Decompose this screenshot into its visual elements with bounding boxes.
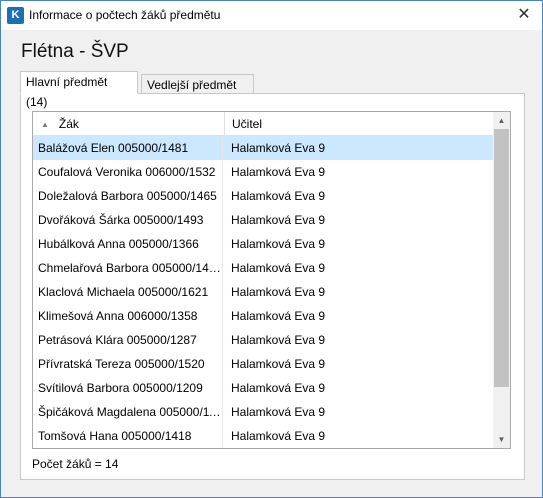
tab-panel: ▲ Žák Učitel Balážová Elen 005000/1481 Ha… [20,93,525,480]
table-row[interactable]: Svítilová Barbora 005000/1209 Halamková … [33,376,493,400]
table-row[interactable]: Klimešová Anna 006000/1358 Halamková Eva… [33,304,493,328]
subject-title: Flétna - ŠVP [21,41,129,62]
cell-teacher: Halamková Eva 9 [231,357,326,371]
scroll-down-icon[interactable]: ▼ [493,431,510,448]
table-row[interactable]: Špičáková Magdalena 005000/11... Halamko… [33,400,493,424]
column-header-teacher[interactable]: Učitel [224,112,493,136]
cell-student: Balážová Elen 005000/1481 [33,136,223,160]
cell-student: Doležalová Barbora 005000/1465 [33,184,223,208]
cell-student: Dvořáková Šárka 005000/1493 [33,208,223,232]
student-count: Počet žáků = 14 [32,457,119,471]
dialog-window: K Informace o počtech žáků předmětu ✕ Fl… [0,0,543,498]
cell-student: Coufalová Veronika 006000/1532 [33,160,223,184]
cell-student: Tomšová Hana 005000/1418 [33,424,223,448]
cell-student: Klaclová Michaela 005000/1621 [33,280,223,304]
cell-teacher: Halamková Eva 9 [231,285,326,299]
cell-teacher: Halamková Eva 9 [231,141,326,155]
cell-teacher: Halamková Eva 9 [231,189,326,203]
close-button[interactable]: ✕ [506,1,542,30]
table-row[interactable]: Coufalová Veronika 006000/1532 Halamková… [33,160,493,184]
cell-teacher: Halamková Eva 9 [231,237,326,251]
sort-ascending-icon: ▲ [41,120,49,129]
column-header-student[interactable]: ▲ Žák [33,112,223,136]
cell-teacher: Halamková Eva 9 [231,165,326,179]
cell-teacher: Halamková Eva 9 [231,261,326,275]
cell-teacher: Halamková Eva 9 [231,213,326,227]
column-header-teacher-label: Učitel [232,117,263,131]
cell-student: Chmelařová Barbora 005000/1447 [33,256,223,280]
table-row[interactable]: Dvořáková Šárka 005000/1493 Halamková Ev… [33,208,493,232]
window-title: Informace o počtech žáků předmětu [29,8,221,22]
cell-student: Svítilová Barbora 005000/1209 [33,376,223,400]
table-row[interactable]: Klaclová Michaela 005000/1621 Halamková … [33,280,493,304]
table-row[interactable]: Tomšová Hana 005000/1418 Halamková Eva 9 [33,424,493,448]
cell-student: Hubálková Anna 005000/1366 [33,232,223,256]
scrollbar-thumb[interactable] [494,129,509,387]
cell-student: Špičáková Magdalena 005000/11... [33,400,223,424]
cell-teacher: Halamková Eva 9 [231,333,326,347]
cell-student: Klimešová Anna 006000/1358 [33,304,223,328]
cell-teacher: Halamková Eva 9 [231,429,326,443]
table-row[interactable]: Chmelařová Barbora 005000/1447 Halamková… [33,256,493,280]
close-icon: ✕ [517,6,531,23]
grid-rows: Balážová Elen 005000/1481 Halamková Eva … [33,136,493,448]
table-row[interactable]: Petrásová Klára 005000/1287 Halamková Ev… [33,328,493,352]
title-bar[interactable]: K Informace o počtech žáků předmětu ✕ [1,1,542,30]
column-header-student-label: Žák [58,117,79,131]
students-grid: ▲ Žák Učitel Balážová Elen 005000/1481 Ha… [32,111,511,449]
tab-main-subject[interactable]: Hlavní předmět (14) [20,71,138,109]
table-row[interactable]: Hubálková Anna 005000/1366 Halamková Eva… [33,232,493,256]
app-logo-icon: K [7,7,24,24]
table-row[interactable]: Přívratská Tereza 005000/1520 Halamková … [33,352,493,376]
grid-header: ▲ Žák Učitel [33,112,493,136]
cell-student: Přívratská Tereza 005000/1520 [33,352,223,376]
cell-teacher: Halamková Eva 9 [231,309,326,323]
cell-teacher: Halamková Eva 9 [231,405,326,419]
table-row[interactable]: Balážová Elen 005000/1481 Halamková Eva … [33,136,493,160]
cell-teacher: Halamková Eva 9 [231,381,326,395]
scroll-up-icon[interactable]: ▲ [493,112,510,129]
cell-student: Petrásová Klára 005000/1287 [33,328,223,352]
vertical-scrollbar[interactable]: ▲ ▼ [493,112,510,448]
table-row[interactable]: Doležalová Barbora 005000/1465 Halamková… [33,184,493,208]
